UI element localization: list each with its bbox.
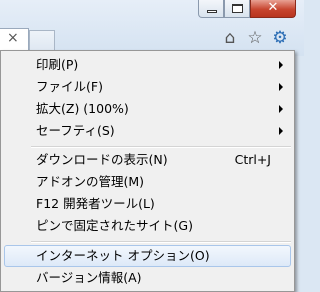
menu-item-about[interactable]: バージョン情報(A) xyxy=(4,267,291,289)
menu-item-label: アドオンの管理(M) xyxy=(36,174,145,189)
menu-item-label: インターネット オプション(O) xyxy=(36,248,210,263)
tab-close-icon[interactable]: × xyxy=(7,30,19,46)
star-icon[interactable]: ☆ xyxy=(245,28,265,48)
new-tab-button[interactable] xyxy=(29,30,55,50)
tools-menu: 印刷(P) ファイル(F) 拡大(Z) (100%) セーフティ(S) ダウンロ… xyxy=(0,50,295,292)
minimize-button[interactable] xyxy=(198,0,224,18)
menu-item-label: セーフティ(S) xyxy=(36,123,115,138)
menu-item-label: ピンで固定されたサイト(G) xyxy=(36,218,193,233)
minimize-icon xyxy=(207,10,217,13)
menu-item-zoom[interactable]: 拡大(Z) (100%) xyxy=(4,98,291,120)
menu-item-shortcut: Ctrl+J xyxy=(234,152,271,167)
menu-item-label: バージョン情報(A) xyxy=(36,270,142,285)
menu-item-view-downloads[interactable]: ダウンロードの表示(N) Ctrl+J xyxy=(4,149,291,171)
submenu-arrow-icon xyxy=(279,127,283,135)
menu-item-internet-options[interactable]: インターネット オプション(O) xyxy=(4,245,291,267)
submenu-arrow-icon xyxy=(279,83,283,91)
active-tab[interactable]: × xyxy=(0,28,29,50)
menu-item-developer-tools[interactable]: F12 開発者ツール(L) xyxy=(4,193,291,215)
close-window-button[interactable]: ✕ xyxy=(250,0,296,18)
menu-item-manage-addons[interactable]: アドオンの管理(M) xyxy=(4,171,291,193)
menu-item-file[interactable]: ファイル(F) xyxy=(4,76,291,98)
submenu-arrow-icon xyxy=(279,61,283,69)
menu-item-label: ファイル(F) xyxy=(36,79,103,94)
gear-icon[interactable]: ⚙ xyxy=(270,28,290,48)
browser-chrome: ✕ × ⌂ ☆ ⚙ xyxy=(0,0,304,56)
submenu-arrow-icon xyxy=(279,105,283,113)
menu-item-print[interactable]: 印刷(P) xyxy=(4,54,291,76)
maximize-icon xyxy=(232,4,243,13)
menu-separator xyxy=(31,146,291,148)
menu-item-label: 拡大(Z) (100%) xyxy=(36,101,129,116)
home-icon[interactable]: ⌂ xyxy=(220,28,240,48)
menu-item-label: F12 開発者ツール(L) xyxy=(36,196,155,211)
menu-item-safety[interactable]: セーフティ(S) xyxy=(4,120,291,142)
maximize-button[interactable] xyxy=(224,0,250,18)
menu-item-label: ダウンロードの表示(N) xyxy=(36,152,168,167)
menu-separator xyxy=(31,241,291,243)
menu-item-label: 印刷(P) xyxy=(36,57,79,72)
menu-item-pinned-sites[interactable]: ピンで固定されたサイト(G) xyxy=(4,215,291,237)
close-icon: ✕ xyxy=(267,0,279,15)
